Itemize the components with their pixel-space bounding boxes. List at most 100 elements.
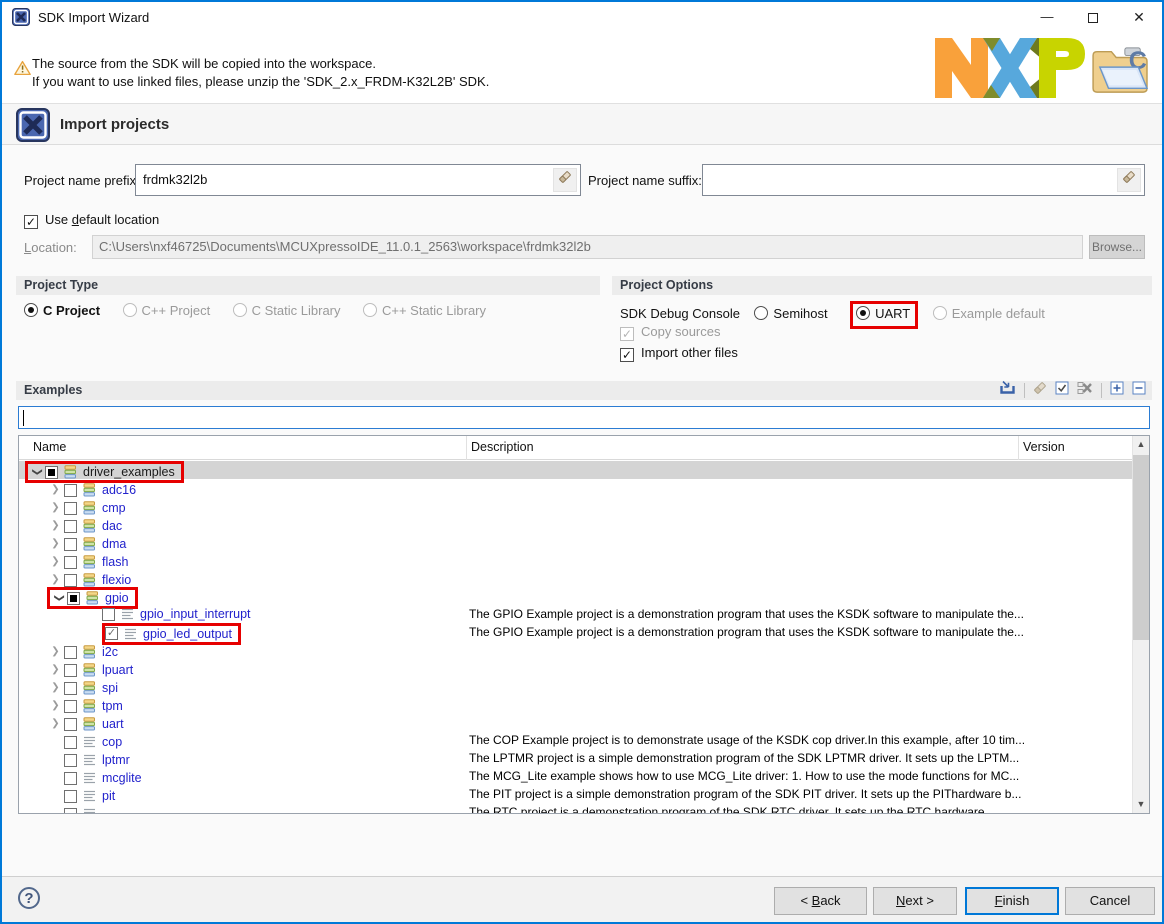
row-checkbox-unchecked[interactable] [64,646,77,659]
row-checkbox-unchecked[interactable] [64,682,77,695]
category-icon [83,717,98,731]
tree-row-lpuart[interactable]: ❯lpuart [19,659,1132,677]
toolbar-separator [1101,383,1102,398]
row-description: The COP Example project is to demonstrat… [469,731,1025,749]
tree-row-partial[interactable]: ❯The RTC project is a demonstration prog… [19,803,1132,813]
clear-suffix-icon[interactable] [1117,168,1141,192]
row-checkbox-unchecked[interactable] [64,556,77,569]
use-default-location-label: Use default location [45,212,159,227]
browse-button[interactable]: Browse... [1089,235,1145,259]
chevron-down-icon[interactable]: ❯ [28,464,46,481]
row-checkbox-unchecked[interactable] [64,772,77,785]
column-header-description[interactable]: Description [471,440,534,454]
row-checkbox-unchecked[interactable] [64,790,77,803]
row-description: The GPIO Example project is a demonstrat… [469,605,1024,623]
radio-c-static-library[interactable]: C Static Library [233,303,341,318]
use-default-location-checkbox[interactable]: ✓Use default location [24,212,159,229]
close-button[interactable]: ✕ [1116,2,1162,32]
row-checkbox-unchecked[interactable] [64,700,77,713]
scroll-down-icon[interactable]: ▼ [1133,796,1149,813]
project-name-suffix-input[interactable] [702,164,1145,196]
row-checkbox-partial[interactable] [67,592,80,605]
tree-row-driver_examples[interactable]: ❯driver_examples [19,461,1132,479]
row-checkbox-unchecked[interactable] [64,754,77,767]
scrollbar-thumb[interactable] [1133,455,1149,640]
cancel-button[interactable]: Cancel [1065,887,1155,915]
edit-filter-icon[interactable] [1033,381,1047,401]
tree-row-gpio[interactable]: ❯gpio [19,587,1132,605]
row-checkbox-unchecked[interactable] [64,520,77,533]
column-divider[interactable] [1018,436,1019,460]
tree-row-adc16[interactable]: ❯adc16 [19,479,1132,497]
deselect-all-icon[interactable] [1077,381,1093,401]
examples-filter-input[interactable] [18,406,1150,429]
column-divider[interactable] [466,436,467,460]
row-checkbox-unchecked[interactable] [102,608,115,621]
radio-cpp-static-library[interactable]: C++ Static Library [363,303,486,318]
import-other-files-checkbox[interactable]: ✓Import other files [620,345,738,362]
tree-row-cop[interactable]: ❯copThe COP Example project is to demons… [19,731,1132,749]
maximize-button[interactable] [1070,2,1116,32]
category-icon [83,501,98,515]
row-checkbox-unchecked[interactable] [64,574,77,587]
window-title: SDK Import Wizard [38,10,149,25]
tree-row-tpm[interactable]: ❯tpm [19,695,1132,713]
tree-row-lptmr[interactable]: ❯lptmrThe LPTMR project is a simple demo… [19,749,1132,767]
tree-row-spi[interactable]: ❯spi [19,677,1132,695]
clear-prefix-icon[interactable] [553,168,577,192]
category-icon [86,591,101,605]
select-all-icon[interactable] [1055,381,1069,401]
tree-row-gpio_input_interrupt[interactable]: ❯gpio_input_interruptThe GPIO Example pr… [19,605,1132,623]
expand-all-icon[interactable] [1110,381,1124,401]
finish-button[interactable]: Finish [965,887,1059,915]
column-header-name[interactable]: Name [33,440,66,454]
radio-selected-icon [856,306,870,320]
banner-message-line1: The source from the SDK will be copied i… [32,56,376,71]
next-button[interactable]: Next > [873,887,957,915]
radio-selected-icon [24,303,38,317]
project-name-prefix-input[interactable]: frdmk32l2b [135,164,581,196]
vertical-scrollbar[interactable]: ▲ ▼ [1132,436,1149,813]
tree-row-dac[interactable]: ❯dac [19,515,1132,533]
row-checkbox-unchecked[interactable] [64,538,77,551]
title-bar: SDK Import Wizard — ✕ [2,2,1162,32]
row-checkbox-checked[interactable]: ✓ [105,627,118,640]
help-button[interactable]: ? [18,887,40,909]
radio-icon [233,303,247,317]
category-icon [83,555,98,569]
tree-row-flexio[interactable]: ❯flexio [19,569,1132,587]
tree-row-cmp[interactable]: ❯cmp [19,497,1132,515]
project-options-group-title: Project Options [612,276,1152,295]
minimize-button[interactable]: — [1024,2,1070,32]
collapse-all-icon[interactable] [1132,381,1146,401]
radio-uart[interactable]: UART [856,306,910,321]
radio-icon [933,306,947,320]
row-checkbox-unchecked[interactable] [64,736,77,749]
scroll-up-icon[interactable]: ▲ [1133,436,1149,453]
row-checkbox-unchecked[interactable] [64,718,77,731]
location-input: C:\Users\nxf46725\Documents\MCUXpressoID… [92,235,1083,259]
radio-example-default[interactable]: Example default [933,306,1045,321]
column-header-version[interactable]: Version [1023,440,1065,454]
tree-row-mcglite[interactable]: ❯mcgliteThe MCG_Lite example shows how t… [19,767,1132,785]
row-checkbox-partial[interactable] [45,466,58,479]
tree-row-i2c[interactable]: ❯i2c [19,641,1132,659]
sdk-import-wizard-window: SDK Import Wizard — ✕ The source from th… [0,0,1164,924]
row-checkbox-unchecked[interactable] [64,808,77,814]
tree-row-pit[interactable]: ❯pitThe PIT project is a simple demonstr… [19,785,1132,803]
row-checkbox-unchecked[interactable] [64,502,77,515]
radio-semihost[interactable]: Semihost [754,306,827,321]
import-example-icon[interactable] [999,380,1016,401]
tree-row-uart[interactable]: ❯uart [19,713,1132,731]
chevron-down-icon[interactable]: ❯ [50,590,68,607]
tree-row-dma[interactable]: ❯dma [19,533,1132,551]
back-button[interactable]: < Back [774,887,867,915]
row-checkbox-unchecked[interactable] [64,484,77,497]
tree-row-gpio_led_output[interactable]: ❯✓gpio_led_outputThe GPIO Example projec… [19,623,1132,641]
text-cursor [23,410,24,426]
radio-cpp-project[interactable]: C++ Project [123,303,211,318]
row-checkbox-unchecked[interactable] [64,664,77,677]
tree-row-flash[interactable]: ❯flash [19,551,1132,569]
row-description: The RTC project is a demonstration progr… [469,803,995,813]
radio-c-project[interactable]: C Project [24,303,100,318]
